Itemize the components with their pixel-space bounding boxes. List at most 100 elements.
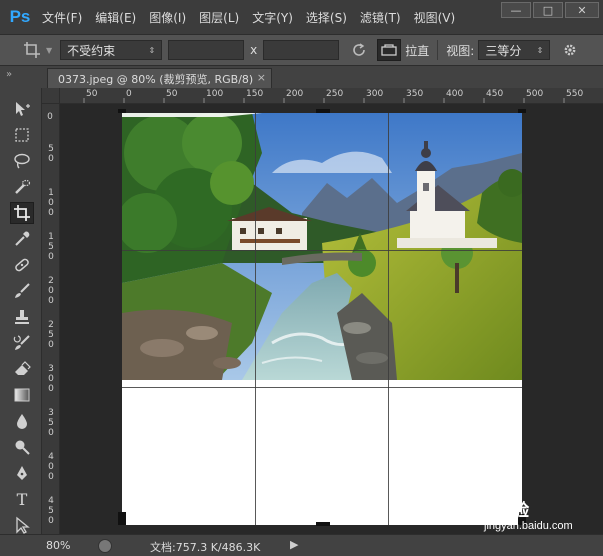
minimize-button[interactable]: — — [501, 2, 531, 18]
crop-handle[interactable] — [118, 109, 126, 113]
ruler-label: 0 — [126, 89, 132, 99]
eraser-tool-icon[interactable] — [10, 358, 34, 380]
brush-tool-icon[interactable] — [10, 280, 34, 302]
menu-file[interactable]: 文件(F) — [42, 9, 82, 26]
window-controls: — □ ✕ — [501, 2, 599, 18]
ruler-label: 400 — [446, 89, 464, 99]
close-tab-icon[interactable]: × — [257, 71, 266, 84]
healing-brush-tool-icon[interactable] — [10, 254, 34, 276]
toolbox: T — [0, 88, 42, 534]
clear-rotate-icon[interactable] — [347, 39, 371, 61]
straighten-label[interactable]: 拉直 — [405, 42, 429, 59]
ruler-label: 300 — [366, 89, 384, 99]
crop-grid-line — [388, 113, 389, 525]
watermark: Bai 经验 jingyan.baidu.com — [464, 490, 600, 534]
menu-select[interactable]: 选择(S) — [306, 9, 347, 26]
ruler-label: 550 — [566, 89, 584, 99]
history-brush-tool-icon[interactable] — [10, 332, 34, 354]
crop-grid-line — [122, 250, 522, 251]
menu-edit[interactable]: 编辑(E) — [95, 9, 136, 26]
dimension-separator: x — [250, 43, 258, 57]
canvas-area[interactable] — [60, 104, 603, 534]
menu-type[interactable]: 文字(Y) — [252, 9, 293, 26]
crop-preset-icon[interactable] — [20, 39, 44, 61]
menu-bar: Ps 文件(F) 编辑(E) 图像(I) 图层(L) 文字(Y) 选择(S) 滤… — [0, 0, 603, 34]
document-photo[interactable] — [122, 113, 522, 380]
watermark-logo: Bai 经验 — [464, 501, 530, 520]
ruler-label: 250 — [326, 89, 344, 99]
status-info-icon[interactable] — [98, 539, 112, 553]
status-bar: 80% 文档:757.3 K/486.3K ▶ — [0, 534, 603, 556]
type-tool-glyph: T — [16, 489, 28, 509]
crop-grid-line — [122, 387, 522, 388]
zoom-level[interactable]: 80% — [46, 539, 70, 552]
document-size-info: 文档:757.3 K/486.3K — [150, 541, 261, 554]
ruler-label: 3 0 0 — [48, 364, 54, 394]
lasso-tool-icon[interactable] — [10, 150, 34, 172]
menu-image[interactable]: 图像(I) — [149, 9, 186, 26]
ruler-label: 200 — [286, 89, 304, 99]
ruler-label: 100 — [206, 89, 224, 99]
ruler-origin[interactable] — [42, 88, 60, 104]
preset-dropdown-arrow-icon[interactable]: ▼ — [46, 46, 52, 55]
blur-tool-icon[interactable] — [10, 410, 34, 432]
photoshop-logo-icon: Ps — [9, 7, 31, 26]
quick-select-tool-icon[interactable] — [10, 176, 34, 198]
landscape-photo — [122, 113, 522, 380]
pen-tool-icon[interactable] — [10, 462, 34, 484]
type-tool-icon[interactable]: T — [10, 488, 34, 510]
ruler-label: 150 — [246, 89, 264, 99]
menu-layer[interactable]: 图层(L) — [199, 9, 239, 26]
marquee-tool-icon[interactable] — [10, 124, 34, 146]
ruler-label: 5 0 — [48, 144, 54, 164]
ruler-label: 4 5 0 — [48, 496, 54, 526]
ruler-label: 4 0 0 — [48, 452, 54, 482]
ruler-label: 500 — [526, 89, 544, 99]
updown-arrows-icon: ⇕ — [148, 45, 156, 55]
eyedropper-tool-icon[interactable] — [10, 228, 34, 250]
ruler-label: 350 — [406, 89, 424, 99]
options-bar: ▼ 不受约束 ⇕ x 拉直 视图: 三等分 ⇕ — [0, 34, 603, 66]
document-tab[interactable]: 0373.jpeg @ 80% (裁剪预览, RGB/8) × — [47, 68, 272, 88]
watermark-url: jingyan.baidu.com — [484, 520, 573, 532]
straighten-icon[interactable] — [377, 39, 402, 61]
gear-icon[interactable] — [558, 39, 582, 61]
crop-handle[interactable] — [316, 522, 330, 526]
document-tabs-row: » 0373.jpeg @ 80% (裁剪预览, RGB/8) × — [0, 66, 603, 88]
close-window-button[interactable]: ✕ — [565, 2, 599, 18]
crop-handle[interactable] — [316, 109, 330, 113]
ruler-label: 0 — [47, 112, 53, 122]
crop-handle[interactable] — [518, 109, 526, 113]
horizontal-ruler[interactable]: 50 0 50 100 150 200 250 300 350 400 450 … — [60, 88, 603, 104]
overlay-view-value: 三等分 — [485, 43, 522, 58]
ruler-label: 450 — [486, 89, 504, 99]
crop-width-input[interactable] — [168, 40, 245, 60]
updown-arrows-icon: ⇕ — [536, 45, 544, 55]
maximize-button[interactable]: □ — [533, 2, 563, 18]
crop-height-input[interactable] — [263, 40, 340, 60]
panel-collapse-icon[interactable]: » — [6, 69, 12, 80]
crop-extension-area[interactable] — [122, 380, 522, 525]
gradient-tool-icon[interactable] — [10, 384, 34, 406]
document-tab-title: 0373.jpeg @ 80% (裁剪预览, RGB/8) — [58, 72, 254, 86]
status-menu-arrow-icon[interactable]: ▶ — [290, 538, 298, 551]
options-divider — [437, 40, 439, 60]
dodge-tool-icon[interactable] — [10, 436, 34, 458]
clone-stamp-tool-icon[interactable] — [10, 306, 34, 328]
ruler-label: 50 — [86, 89, 98, 99]
crop-tool-icon[interactable] — [10, 202, 34, 224]
ruler-label: 1 0 0 — [48, 188, 54, 218]
move-tool-icon[interactable] — [10, 98, 34, 120]
view-label: 视图: — [446, 43, 475, 58]
ruler-label: 2 5 0 — [48, 320, 54, 350]
ratio-select[interactable]: 不受约束 ⇕ — [60, 40, 163, 60]
menu-view[interactable]: 视图(V) — [414, 9, 456, 26]
ruler-label: 3 5 0 — [48, 408, 54, 438]
ruler-label: 2 0 0 — [48, 276, 54, 306]
ruler-label: 1 5 0 — [48, 232, 54, 262]
menu-filter[interactable]: 滤镜(T) — [360, 9, 401, 26]
path-select-tool-icon[interactable] — [10, 514, 34, 536]
vertical-ruler[interactable]: 0 5 0 1 0 0 1 5 0 2 0 0 2 5 0 3 0 0 3 5 … — [42, 104, 60, 534]
crop-handle[interactable] — [118, 512, 126, 525]
overlay-view-select[interactable]: 三等分 ⇕ — [478, 40, 551, 60]
